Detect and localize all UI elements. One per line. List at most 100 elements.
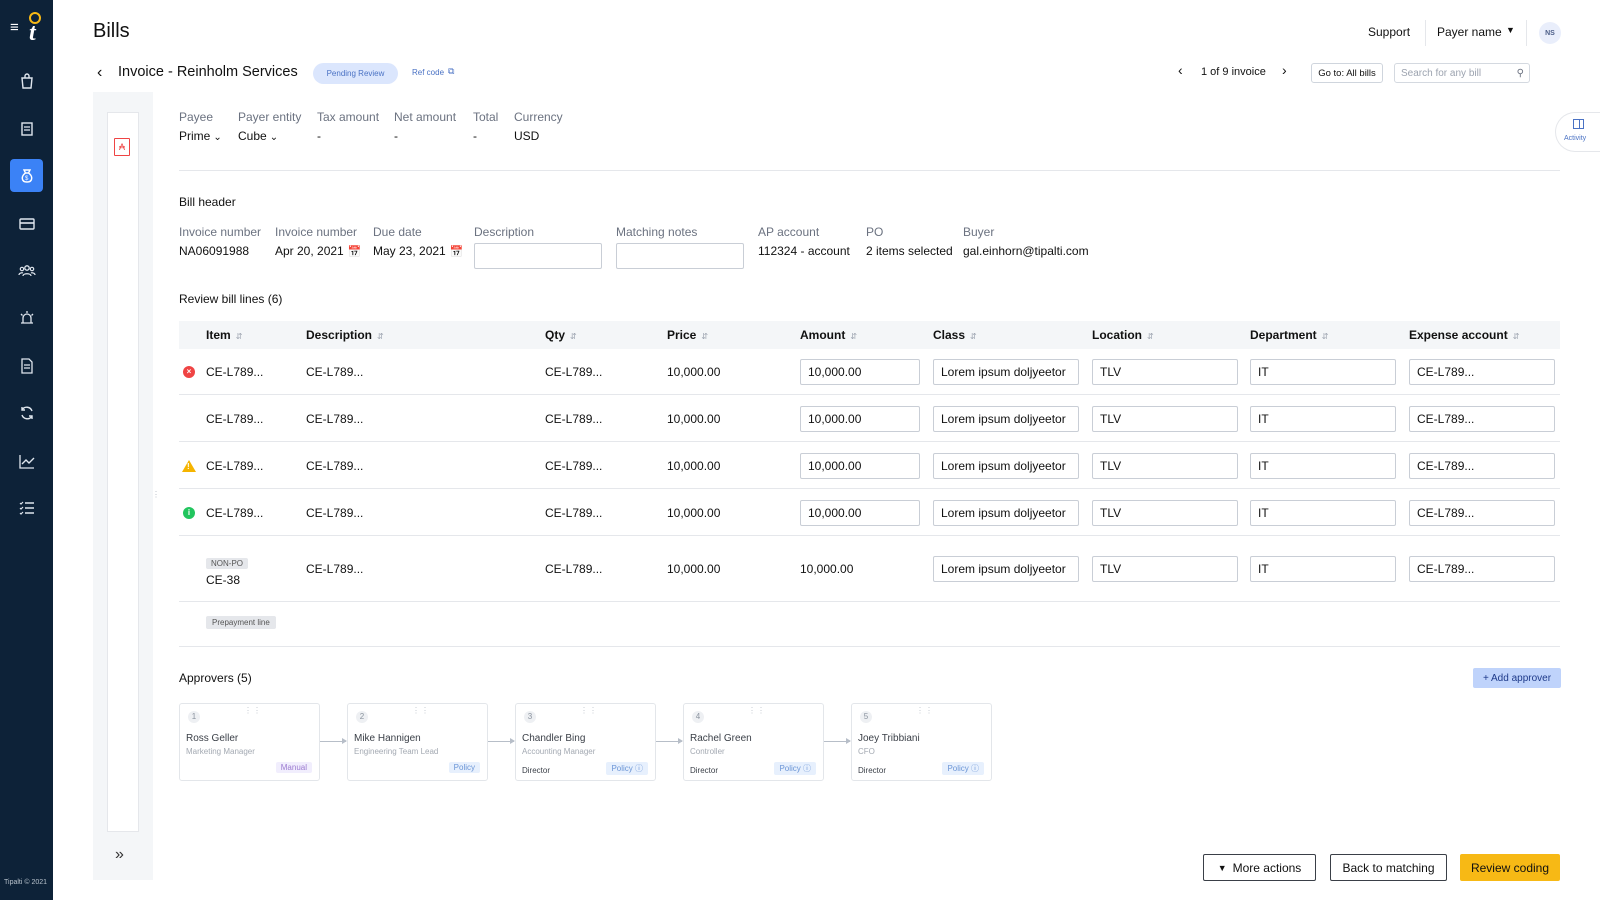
location-input[interactable]: TLV bbox=[1092, 406, 1238, 432]
approver-card[interactable]: 5 ⋮⋮ Joey Tribbiani CFO Director Policy … bbox=[851, 703, 992, 781]
add-approver-button[interactable]: + Add approver bbox=[1473, 668, 1561, 688]
nav-chart-icon[interactable] bbox=[10, 444, 43, 477]
ap-account-value[interactable]: 112324 - account bbox=[758, 244, 850, 258]
approver-name: Chandler Bing bbox=[522, 733, 586, 744]
column-header-class[interactable]: Class ⇵ bbox=[933, 328, 977, 342]
previous-invoice-chevron-icon[interactable]: ‹ bbox=[1178, 62, 1183, 78]
approver-card[interactable]: 3 ⋮⋮ Chandler Bing Accounting Manager Di… bbox=[515, 703, 656, 781]
drag-handle-icon[interactable]: ⋮⋮ bbox=[748, 706, 766, 715]
expense-account-input[interactable]: CE-L789... bbox=[1409, 556, 1555, 582]
class-input[interactable]: Lorem ipsum doljyeetor bbox=[933, 359, 1079, 385]
nav-users-icon[interactable] bbox=[10, 254, 43, 287]
pdf-file-icon[interactable]: ₳ bbox=[114, 138, 130, 156]
field-buyer: Buyer gal.einhorn@tipalti.com bbox=[963, 225, 1089, 258]
expense-account-input[interactable]: CE-L789... bbox=[1409, 500, 1555, 526]
prepayment-line-badge[interactable]: Prepayment line bbox=[206, 616, 276, 629]
amount-input[interactable]: 10,000.00 bbox=[800, 500, 920, 526]
department-input[interactable]: IT bbox=[1250, 406, 1396, 432]
back-chevron-icon[interactable]: ‹ bbox=[97, 64, 102, 82]
amount-input[interactable]: 10,000.00 bbox=[800, 453, 920, 479]
column-header-price[interactable]: Price ⇵ bbox=[667, 328, 708, 342]
expand-double-chevron-icon[interactable]: » bbox=[115, 846, 124, 864]
hamburger-menu-icon[interactable]: ≡ bbox=[10, 20, 19, 35]
column-header-description[interactable]: Description ⇵ bbox=[306, 328, 384, 342]
location-input[interactable]: TLV bbox=[1092, 359, 1238, 385]
approver-card[interactable]: 2 ⋮⋮ Mike Hannigen Engineering Team Lead… bbox=[347, 703, 488, 781]
column-header-item[interactable]: Item ⇵ bbox=[206, 328, 242, 342]
calendar-icon[interactable]: 📅 bbox=[450, 246, 464, 258]
location-input[interactable]: TLV bbox=[1092, 556, 1238, 582]
location-input[interactable]: TLV bbox=[1092, 453, 1238, 479]
nav-receipt-icon[interactable] bbox=[10, 112, 43, 145]
class-input[interactable]: Lorem ipsum doljyeetor bbox=[933, 500, 1079, 526]
error-status-icon[interactable]: × bbox=[183, 366, 195, 378]
success-status-icon[interactable]: i bbox=[183, 507, 195, 519]
summary-currency: Currency USD bbox=[514, 110, 563, 143]
amount-input[interactable]: 10,000.00 bbox=[800, 406, 920, 432]
table-row: ! CE-L789... CE-L789... CE-L789... 10,00… bbox=[179, 443, 1560, 489]
expense-account-input[interactable]: CE-L789... bbox=[1409, 453, 1555, 479]
buyer-value[interactable]: gal.einhorn@tipalti.com bbox=[963, 244, 1089, 258]
column-header-amount[interactable]: Amount ⇵ bbox=[800, 328, 857, 342]
drag-handle-icon[interactable]: ⋮⋮ bbox=[244, 706, 262, 715]
description-input[interactable] bbox=[474, 243, 602, 269]
resize-handle-icon[interactable]: ⋮ bbox=[152, 490, 160, 500]
bill-search-input[interactable] bbox=[1395, 64, 1529, 83]
warning-status-icon[interactable]: ! bbox=[182, 460, 196, 472]
due-date-picker[interactable]: May 23, 2021 📅 bbox=[373, 244, 463, 258]
field-po: PO 2 items selected bbox=[866, 225, 953, 258]
nav-checklist-icon[interactable] bbox=[10, 491, 43, 524]
user-avatar[interactable]: NS bbox=[1539, 22, 1561, 44]
more-actions-button[interactable]: ▼ More actions bbox=[1203, 854, 1316, 881]
caret-down-icon[interactable]: ▼ bbox=[1506, 25, 1515, 35]
approver-level: Director bbox=[522, 766, 551, 775]
go-to-all-bills-button[interactable]: Go to: All bills bbox=[1311, 63, 1383, 83]
calendar-icon[interactable]: 📅 bbox=[348, 246, 362, 258]
column-label: Description bbox=[306, 328, 373, 342]
approver-card[interactable]: 4 ⋮⋮ Rachel Green Controller Director Po… bbox=[683, 703, 824, 781]
copy-icon[interactable]: ⧉ bbox=[448, 66, 454, 77]
search-icon[interactable]: ⚲ bbox=[1517, 68, 1524, 79]
amount-input[interactable]: 10,000.00 bbox=[800, 359, 920, 385]
payer-entity-dropdown[interactable]: Cube ⌄ bbox=[238, 129, 301, 143]
column-header-department[interactable]: Department ⇵ bbox=[1250, 328, 1328, 342]
nav-refresh-icon[interactable] bbox=[10, 396, 43, 429]
ref-code-link[interactable]: Ref code bbox=[412, 68, 444, 77]
nav-shopping-bag-icon[interactable] bbox=[10, 64, 43, 97]
approver-card[interactable]: 1 ⋮⋮ Ross Geller Marketing Manager Manua… bbox=[179, 703, 320, 781]
review-coding-button[interactable]: Review coding bbox=[1460, 854, 1560, 881]
drag-handle-icon[interactable]: ⋮⋮ bbox=[580, 706, 598, 715]
class-input[interactable]: Lorem ipsum doljyeetor bbox=[933, 406, 1079, 432]
department-input[interactable]: IT bbox=[1250, 500, 1396, 526]
drag-handle-icon[interactable]: ⋮⋮ bbox=[916, 706, 934, 715]
next-invoice-chevron-icon[interactable]: › bbox=[1282, 62, 1287, 78]
table-row: NON-PO CE-38 CE-L789... CE-L789... 10,00… bbox=[179, 537, 1560, 602]
back-to-matching-button[interactable]: Back to matching bbox=[1330, 854, 1447, 881]
class-input[interactable]: Lorem ipsum doljyeetor bbox=[933, 453, 1079, 479]
expense-account-input[interactable]: CE-L789... bbox=[1409, 359, 1555, 385]
matching-notes-input[interactable] bbox=[616, 243, 744, 269]
payee-dropdown[interactable]: Prime ⌄ bbox=[179, 129, 222, 143]
nav-document-icon[interactable] bbox=[10, 349, 43, 382]
brand-logo[interactable]: t bbox=[26, 12, 44, 42]
location-input[interactable]: TLV bbox=[1092, 500, 1238, 526]
class-input[interactable]: Lorem ipsum doljyeetor bbox=[933, 556, 1079, 582]
payer-name-dropdown[interactable]: Payer name bbox=[1437, 25, 1502, 39]
expense-account-input[interactable]: CE-L789... bbox=[1409, 406, 1555, 432]
activity-panel-tab[interactable]: Activity bbox=[1555, 112, 1600, 152]
column-header-location[interactable]: Location ⇵ bbox=[1092, 328, 1154, 342]
invoice-date-picker[interactable]: Apr 20, 2021 📅 bbox=[275, 244, 361, 258]
nav-money-bag-icon[interactable]: $ bbox=[10, 159, 43, 192]
department-input[interactable]: IT bbox=[1250, 453, 1396, 479]
column-header-expense-account[interactable]: Expense account ⇵ bbox=[1409, 328, 1519, 342]
header-divider bbox=[1425, 20, 1426, 46]
support-link[interactable]: Support bbox=[1368, 25, 1410, 39]
drag-handle-icon[interactable]: ⋮⋮ bbox=[412, 706, 430, 715]
item-cell: CE-L789... bbox=[206, 459, 264, 473]
department-input[interactable]: IT bbox=[1250, 359, 1396, 385]
column-header-qty[interactable]: Qty ⇵ bbox=[545, 328, 577, 342]
nav-alarm-icon[interactable] bbox=[10, 301, 43, 334]
po-selector[interactable]: 2 items selected bbox=[866, 244, 953, 258]
department-input[interactable]: IT bbox=[1250, 556, 1396, 582]
nav-credit-card-icon[interactable] bbox=[10, 207, 43, 240]
